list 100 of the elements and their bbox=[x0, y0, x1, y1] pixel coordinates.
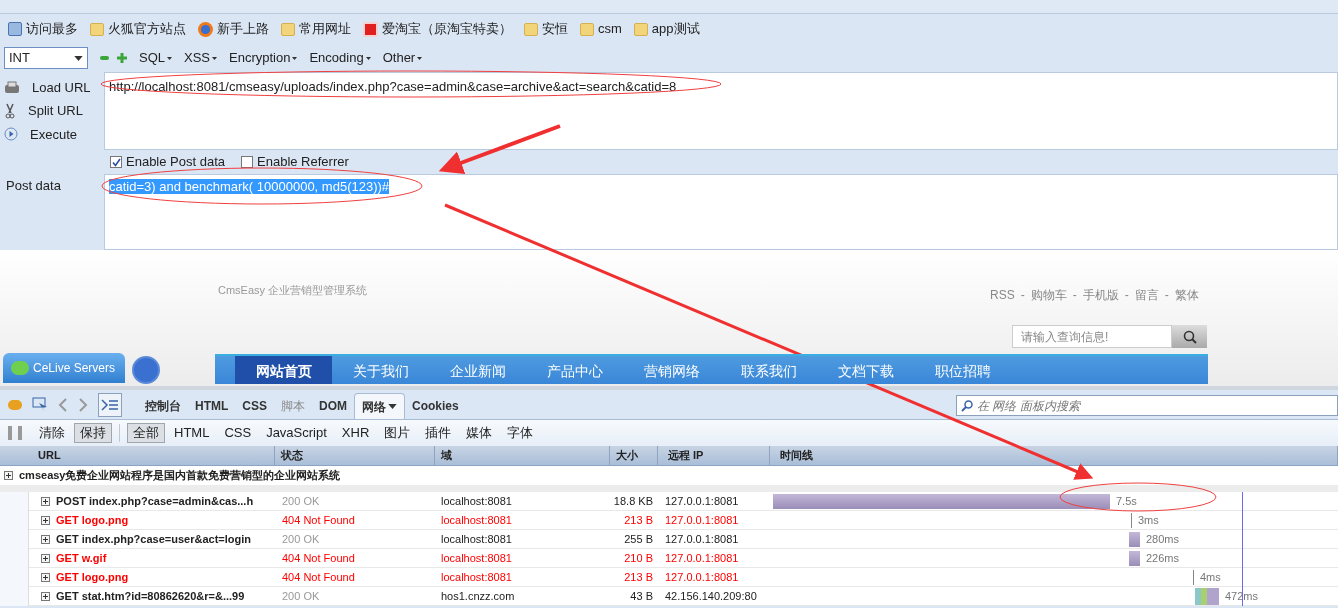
expand-icon[interactable] bbox=[41, 534, 50, 544]
expand-icon[interactable] bbox=[41, 553, 50, 563]
bookmark-link[interactable]: 火狐官方站点 bbox=[108, 19, 186, 39]
column-header[interactable]: 大小 bbox=[610, 446, 658, 465]
request-row[interactable]: GET w.gif 404 Not Found localhost:8081 210 B 127.0.0.1:8081 226ms bbox=[29, 549, 1338, 568]
size-cell-text: 255 B bbox=[623, 531, 654, 547]
filter-button[interactable]: 插件 bbox=[419, 423, 458, 443]
action-link[interactable]: Split URL bbox=[28, 101, 83, 121]
request-row[interactable]: POST index.php?case=admin&cas...h 200 OK localhost:8081 18.8 KB 127.0.0.1:8081 7.5s bbox=[29, 492, 1338, 511]
column-header[interactable]: 域 bbox=[435, 446, 610, 465]
type-select[interactable]: INT bbox=[4, 47, 88, 69]
size-cell-text: 18.8 KB bbox=[612, 493, 654, 509]
request-row[interactable]: GET index.php?case=user&act=login 200 OK localhost:8081 255 B 127.0.0.1:8081 280ms bbox=[29, 530, 1338, 549]
expand-icon[interactable] bbox=[41, 572, 50, 582]
caret-icon bbox=[167, 56, 172, 60]
domain-cell-text: localhost:8081 bbox=[440, 493, 513, 509]
printer-icon bbox=[4, 80, 20, 95]
ip-cell-text: 127.0.0.1:8081 bbox=[664, 531, 740, 547]
expand-icon[interactable] bbox=[4, 471, 13, 480]
header-link[interactable]: 购物车 bbox=[1030, 286, 1067, 304]
timing-label: 280ms bbox=[1146, 531, 1180, 547]
column-header[interactable]: 状态 bbox=[275, 446, 435, 465]
filter-button[interactable]: 全部 bbox=[127, 423, 165, 443]
pause-icon[interactable] bbox=[8, 426, 22, 440]
menu-item[interactable]: SQL bbox=[139, 48, 172, 68]
request-url: GET logo.png bbox=[56, 569, 129, 585]
search-button[interactable] bbox=[1172, 325, 1207, 348]
bookmark-link[interactable]: 新手上路 bbox=[217, 19, 269, 39]
bookmark-link[interactable]: 安恒 bbox=[542, 19, 568, 39]
ip-cell-text: 127.0.0.1:8081 bbox=[664, 550, 740, 566]
column-header[interactable]: 时间线 bbox=[770, 446, 1338, 465]
caret-icon bbox=[212, 56, 218, 60]
panel-action-button[interactable]: 保持 bbox=[74, 423, 112, 443]
header-link[interactable]: 繁体 bbox=[1174, 286, 1199, 304]
menu-item[interactable]: Encoding bbox=[309, 48, 371, 68]
devtools-tab[interactable]: DOM bbox=[312, 393, 354, 419]
timing-label: 3ms bbox=[1138, 512, 1159, 528]
menu-item[interactable]: XSS bbox=[184, 48, 218, 68]
timing-label: 7.5s bbox=[1116, 493, 1137, 509]
filter-button[interactable]: 媒体 bbox=[460, 423, 499, 443]
column-header[interactable]: URL bbox=[0, 446, 275, 465]
filter-button[interactable]: HTML bbox=[168, 423, 216, 443]
menu-item[interactable]: Other bbox=[382, 48, 423, 68]
request-url: POST index.php?case=admin&cas...h bbox=[56, 493, 254, 509]
filter-button[interactable]: JavaScript bbox=[260, 423, 333, 443]
size-cell-text: 43 B bbox=[629, 588, 654, 604]
ip-cell-text: 127.0.0.1:8081 bbox=[664, 512, 740, 528]
nav-tab[interactable]: 网站首页 bbox=[235, 356, 332, 384]
status-cell-text: 200 OK bbox=[281, 493, 321, 509]
status-cell-text: 200 OK bbox=[281, 588, 321, 604]
devtools-tab[interactable]: HTML bbox=[188, 393, 236, 419]
filter-button[interactable]: 字体 bbox=[501, 423, 540, 443]
play-icon bbox=[4, 127, 18, 142]
domain-cell-text: localhost:8081 bbox=[440, 512, 513, 528]
request-row[interactable]: GET logo.png 404 Not Found localhost:8081 213 B 127.0.0.1:8081 4ms bbox=[29, 568, 1338, 587]
separator-text: - bbox=[1072, 287, 1077, 304]
header-link[interactable]: 手机版 bbox=[1082, 286, 1119, 304]
expand-icon[interactable] bbox=[41, 496, 50, 506]
folder-icon bbox=[90, 22, 104, 36]
help-icon[interactable] bbox=[132, 356, 160, 384]
timing-label: 4ms bbox=[1200, 569, 1221, 585]
panel-search-field[interactable]: 在 网络 面板内搜索 bbox=[956, 395, 1338, 416]
devtools-tab[interactable]: Cookies bbox=[405, 393, 466, 419]
devtools-tab[interactable]: 网络 bbox=[354, 393, 405, 419]
url-field[interactable]: http://localhost:8081/cmseasy/uploads/index.php?case=admin&case=archive&act=search&catid=8 bbox=[104, 72, 1338, 150]
devtools-tab[interactable]: 控制台 bbox=[138, 393, 188, 419]
column-header[interactable]: 远程 IP bbox=[658, 446, 770, 465]
request-row[interactable]: GET logo.png 404 Not Found localhost:8081 213 B 127.0.0.1:8081 3ms bbox=[29, 511, 1338, 530]
action-link[interactable]: Execute bbox=[30, 124, 77, 145]
plus-icon[interactable] bbox=[117, 53, 127, 63]
header-link[interactable]: 留言 bbox=[1134, 286, 1159, 304]
chat-icon bbox=[11, 361, 29, 375]
checkbox[interactable] bbox=[110, 156, 122, 168]
filter-button[interactable]: XHR bbox=[335, 423, 376, 443]
filter-button[interactable]: 图片 bbox=[378, 423, 417, 443]
timing-tick bbox=[1131, 512, 1132, 528]
scissors-icon bbox=[4, 103, 16, 119]
bookmark-link[interactable]: 访问最多 bbox=[26, 19, 78, 39]
request-url: GET index.php?case=user&act=login bbox=[56, 531, 251, 547]
bookmark-link[interactable]: 常用网址 bbox=[299, 19, 351, 39]
expand-icon[interactable] bbox=[41, 515, 50, 525]
action-link[interactable]: Load URL bbox=[32, 77, 91, 98]
caret-icon bbox=[388, 404, 397, 409]
bookmark-link[interactable]: 爱淘宝（原淘宝特卖） bbox=[382, 19, 512, 39]
panel-action-button[interactable]: 清除 bbox=[33, 423, 71, 443]
status-cell-text: 404 Not Found bbox=[281, 569, 356, 585]
bookmark-link[interactable]: csm bbox=[598, 19, 622, 39]
site-search-field[interactable]: 请输入查询信息! bbox=[1012, 325, 1172, 348]
separator-text: - bbox=[1164, 287, 1169, 304]
bookmark-link[interactable]: app测试 bbox=[651, 19, 700, 39]
ip-cell-text: 127.0.0.1:8081 bbox=[664, 569, 740, 585]
checkbox[interactable] bbox=[241, 156, 254, 168]
shop-icon bbox=[363, 21, 378, 37]
timing-label: 226ms bbox=[1146, 550, 1180, 566]
request-url: GET stat.htm?id=80862620&r=&...99 bbox=[56, 588, 245, 604]
menu-item[interactable]: Encryption bbox=[229, 48, 298, 68]
devtools-tab[interactable]: CSS bbox=[235, 393, 274, 419]
site-logo-text: CmsEasy 企业营销型管理系统 bbox=[218, 283, 368, 298]
filter-button[interactable]: CSS bbox=[218, 423, 258, 443]
expand-icon[interactable] bbox=[41, 591, 50, 601]
